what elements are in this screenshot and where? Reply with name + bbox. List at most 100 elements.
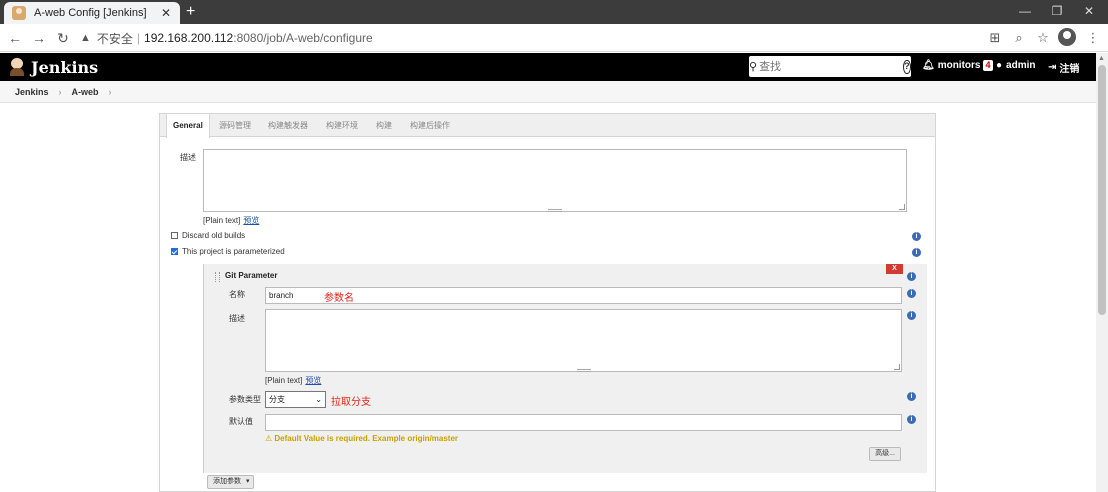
name-input[interactable]: branch (265, 287, 902, 304)
search-help-icon[interactable]: ? (903, 59, 911, 74)
add-parameter-button[interactable]: 添加参数 ▾ (207, 475, 254, 489)
browser-tab-title: A-web Config [Jenkins] (34, 7, 147, 19)
description-textarea[interactable] (203, 149, 907, 212)
textarea-grip-icon[interactable] (548, 209, 562, 212)
user-link[interactable]: ● admin (996, 60, 1036, 71)
logout-icon: ⇥ (1048, 62, 1057, 73)
warning-triangle-icon: ▲ (80, 32, 91, 44)
help-icon[interactable]: i (912, 232, 921, 241)
warning-icon: ⚠ (265, 434, 273, 443)
name-label: 名称 (229, 290, 245, 299)
logout-link[interactable]: ⇥ 注销 (1048, 60, 1079, 75)
url-path: :8080/job/A-web/configure (233, 31, 373, 45)
delete-parameter-button[interactable]: X (886, 264, 903, 274)
parameter-type-value: 分支 (269, 395, 285, 404)
description-label: 描述 (180, 153, 196, 162)
insecure-label: 不安全 (96, 31, 133, 46)
parameter-type-label: 参数类型 (229, 395, 261, 404)
profile-avatar-icon[interactable] (1058, 28, 1076, 46)
jenkins-title[interactable]: Jenkins (31, 58, 98, 77)
breadcrumb: Jenkins › A-web › (0, 81, 1096, 103)
help-icon[interactable]: i (912, 248, 921, 257)
textarea-grip-icon[interactable] (576, 369, 591, 372)
help-icon[interactable]: i (907, 272, 916, 281)
browser-menu-icon[interactable]: ⋮ (1084, 29, 1102, 47)
name-input-value: branch (269, 291, 294, 300)
breadcrumb-a-web[interactable]: A-web (72, 87, 99, 97)
tab-build-env[interactable]: 构建环境 (326, 114, 358, 137)
maximize-button[interactable]: ❐ (1042, 3, 1072, 19)
tab-scm[interactable]: 源码管理 (219, 114, 251, 137)
name-annotation: 参数名 (324, 293, 354, 304)
default-value-label: 默认值 (229, 417, 253, 426)
user-icon: ● (996, 60, 1003, 71)
resize-handle-icon[interactable] (894, 364, 900, 370)
param-description-label: 描述 (229, 314, 245, 323)
help-icon[interactable]: i (907, 392, 916, 401)
preview-link[interactable]: 预览 (305, 376, 321, 385)
resize-handle-icon[interactable] (899, 204, 905, 210)
warning-text: Default Value is required. Example origi… (274, 434, 459, 443)
zoom-icon[interactable]: ⌕ (1010, 29, 1028, 47)
tab-post-build[interactable]: 构建后操作 (410, 114, 450, 137)
browser-tab[interactable]: A-web Config [Jenkins] ✕ (4, 2, 180, 24)
default-value-warning: ⚠ Default Value is required. Example ori… (265, 434, 458, 443)
jenkins-logo-icon[interactable] (10, 58, 24, 76)
param-description-format: [Plain text] 预览 (265, 375, 321, 386)
config-tabs: General 源码管理 构建触发器 构建环境 构建 构建后操作 (160, 114, 935, 138)
jenkins-header: Jenkins ⚲ ? 🔔︎ monitors 4 ● admin ⇥ 注销 (0, 53, 1096, 81)
tab-build[interactable]: 构建 (376, 114, 392, 137)
chevron-down-icon: ⌄ (315, 395, 322, 404)
scroll-thumb[interactable] (1098, 65, 1106, 315)
browser-toolbar: ← → ↻ ▲ 不安全 | 192.168.200.112 :8080/job/… (0, 24, 1108, 52)
plain-text-label: [Plain text] (265, 376, 303, 385)
search-box: ⚲ ? (749, 56, 911, 77)
description-format: [Plain text] 预览 (203, 215, 259, 226)
help-icon[interactable]: i (907, 289, 916, 298)
help-icon[interactable]: i (907, 415, 916, 424)
forward-arrow-icon[interactable]: → (30, 29, 48, 47)
advanced-button[interactable]: 高级... (869, 447, 901, 461)
default-value-input[interactable] (265, 414, 902, 431)
breadcrumb-jenkins[interactable]: Jenkins (15, 87, 49, 97)
scroll-up-icon[interactable]: ▲ (1098, 55, 1105, 62)
address-bar[interactable]: ▲ 不安全 | 192.168.200.112 :8080/job/A-web/… (80, 27, 980, 49)
help-icon[interactable]: i (907, 311, 916, 320)
git-parameter-panel: Git Parameter X i 名称 branch 参数名 i 描述 i [… (203, 264, 927, 473)
bookmark-star-icon[interactable]: ☆ (1034, 29, 1052, 47)
translate-icon[interactable]: ⊞ (986, 29, 1004, 47)
monitors-label: monitors (937, 60, 981, 71)
param-description-textarea[interactable] (265, 309, 902, 372)
parameterized-label[interactable]: This project is parameterized (182, 247, 285, 256)
git-parameter-title: Git Parameter (225, 271, 278, 280)
plain-text-label: [Plain text] (203, 216, 241, 225)
tab-close-icon[interactable]: ✕ (160, 6, 172, 20)
search-icon: ⚲ (749, 61, 758, 73)
minimize-button[interactable]: — (1010, 3, 1040, 19)
discard-old-builds-checkbox[interactable] (171, 232, 178, 239)
search-input[interactable] (757, 57, 904, 76)
browser-tab-strip: A-web Config [Jenkins] ✕ + — ❐ ✕ (0, 0, 1108, 24)
tab-triggers[interactable]: 构建触发器 (268, 114, 308, 137)
monitors-link[interactable]: 🔔︎ monitors 4 (922, 60, 993, 71)
discard-old-builds-label[interactable]: Discard old builds (182, 231, 245, 240)
url-host: 192.168.200.112 (144, 31, 234, 45)
preview-link[interactable]: 预览 (243, 216, 259, 225)
parameterized-checkbox[interactable] (171, 248, 178, 255)
reload-icon[interactable]: ↻ (54, 29, 72, 47)
tab-general[interactable]: General (166, 114, 210, 138)
bell-icon: 🔔︎ (922, 60, 935, 71)
jenkins-favicon-icon (12, 6, 26, 20)
parameter-type-select[interactable]: 分支 ⌄ (265, 391, 326, 408)
breadcrumb-separator-icon[interactable]: › (109, 87, 112, 97)
add-parameter-label: 添加参数 (213, 478, 241, 485)
caret-down-icon: ▾ (245, 478, 250, 485)
breadcrumb-separator-icon[interactable]: › (59, 87, 62, 97)
monitors-count-badge: 4 (983, 60, 993, 71)
drag-handle-icon[interactable] (215, 272, 220, 282)
page-scrollbar[interactable]: ▲ (1096, 53, 1108, 492)
new-tab-button[interactable]: + (186, 3, 195, 21)
logout-label: 注销 (1059, 64, 1080, 75)
close-window-button[interactable]: ✕ (1074, 3, 1104, 19)
back-arrow-icon[interactable]: ← (6, 29, 24, 47)
